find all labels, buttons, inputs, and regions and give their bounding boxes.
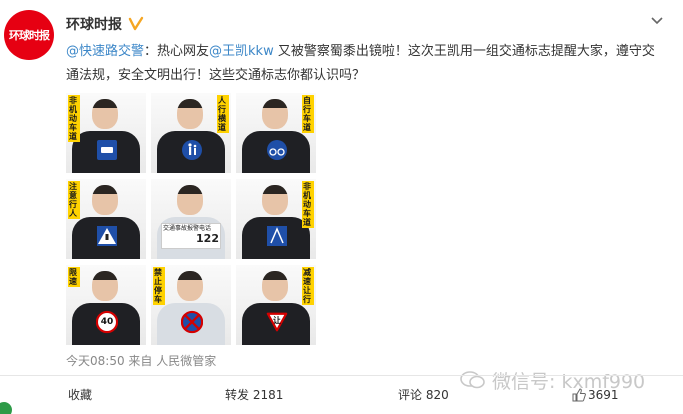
- hotline-caption: 交通事故报警电话: [163, 225, 212, 232]
- crosswalk-sign-icon: [96, 225, 118, 247]
- verified-v-icon: [128, 16, 144, 31]
- photo-tile[interactable]: 注意行人: [66, 179, 146, 259]
- bicycle-lane-sign-icon: [96, 139, 118, 161]
- photo-tile[interactable]: 交通事故报警电话 122: [151, 179, 231, 259]
- photo-caption: 禁止停车: [153, 267, 165, 305]
- avatar-logo-text: 环球时报: [9, 29, 50, 42]
- photo-tile[interactable]: 非机动车道: [66, 93, 146, 173]
- hotline-122-sign: 交通事故报警电话 122: [161, 223, 221, 249]
- photo-tile[interactable]: 禁止停车: [151, 265, 231, 345]
- green-badge-icon: [0, 402, 12, 414]
- comment-label: 评论 820: [398, 388, 449, 402]
- post-timestamp[interactable]: 今天08:50: [66, 354, 125, 368]
- no-parking-sign-icon: [181, 310, 203, 334]
- thumbs-up-icon: [572, 388, 586, 402]
- chevron-down-icon[interactable]: [649, 12, 665, 28]
- post-text: @快速路交警：热心网友@王凯kkw 又被警察蜀黍出镜啦！这次王凯用一组交通标志提…: [66, 40, 666, 88]
- mention-link[interactable]: @快速路交警: [66, 44, 144, 59]
- repost-button[interactable]: 转发 2181: [225, 376, 283, 414]
- post-header: 环球时报: [66, 13, 144, 35]
- repost-label: 转发 2181: [225, 388, 284, 402]
- like-count: 3691: [588, 388, 619, 402]
- photo-caption: 注意行人: [68, 181, 80, 219]
- photo-caption: 非机动车道: [302, 181, 314, 228]
- photo-tile[interactable]: 40 限速: [66, 265, 146, 345]
- photo-tile[interactable]: 自行车道: [236, 93, 316, 173]
- photo-tile[interactable]: 让 减速让行: [236, 265, 316, 345]
- speed-limit-value: 40: [100, 317, 114, 327]
- photo-caption: 限速: [68, 267, 80, 287]
- photo-tile[interactable]: 人行横道: [151, 93, 231, 173]
- hotline-number: 122: [196, 232, 219, 245]
- yield-text: 让: [273, 316, 281, 325]
- post-text-part: ：热心网友: [144, 44, 210, 59]
- photo-caption: 减速让行: [302, 267, 314, 305]
- mention-link[interactable]: @王凯kkw: [209, 44, 274, 59]
- collect-label: 收藏: [68, 388, 93, 402]
- photo-grid: 非机动车道 人行横道 自行车道 注意行人 交通事故报警电话 122 非机动车道 …: [66, 93, 316, 347]
- post-meta: 今天08:50 来自 人民微管家: [66, 352, 216, 369]
- source-prefix: 来自: [128, 354, 153, 368]
- photo-caption: 非机动车道: [68, 95, 80, 142]
- yield-sign-icon: 让: [266, 311, 288, 333]
- action-bar: 收藏 转发 2181 评论 820 3691: [0, 376, 683, 414]
- photo-tile[interactable]: 非机动车道: [236, 179, 316, 259]
- account-avatar[interactable]: 环球时报: [4, 10, 54, 60]
- account-name[interactable]: 环球时报: [66, 14, 122, 34]
- speed-limit-sign-icon: 40: [96, 310, 118, 334]
- comment-button[interactable]: 评论 820: [398, 376, 449, 414]
- non-motor-lane-sign-icon: [266, 225, 288, 247]
- photo-caption: 人行横道: [217, 95, 229, 133]
- collect-button[interactable]: 收藏: [68, 376, 92, 414]
- post-source[interactable]: 人民微管家: [156, 354, 216, 368]
- bicycle-sign-icon: [266, 139, 288, 161]
- photo-caption: 自行车道: [302, 95, 314, 133]
- like-button[interactable]: 3691: [572, 376, 619, 414]
- pedestrian-sign-icon: [181, 139, 203, 161]
